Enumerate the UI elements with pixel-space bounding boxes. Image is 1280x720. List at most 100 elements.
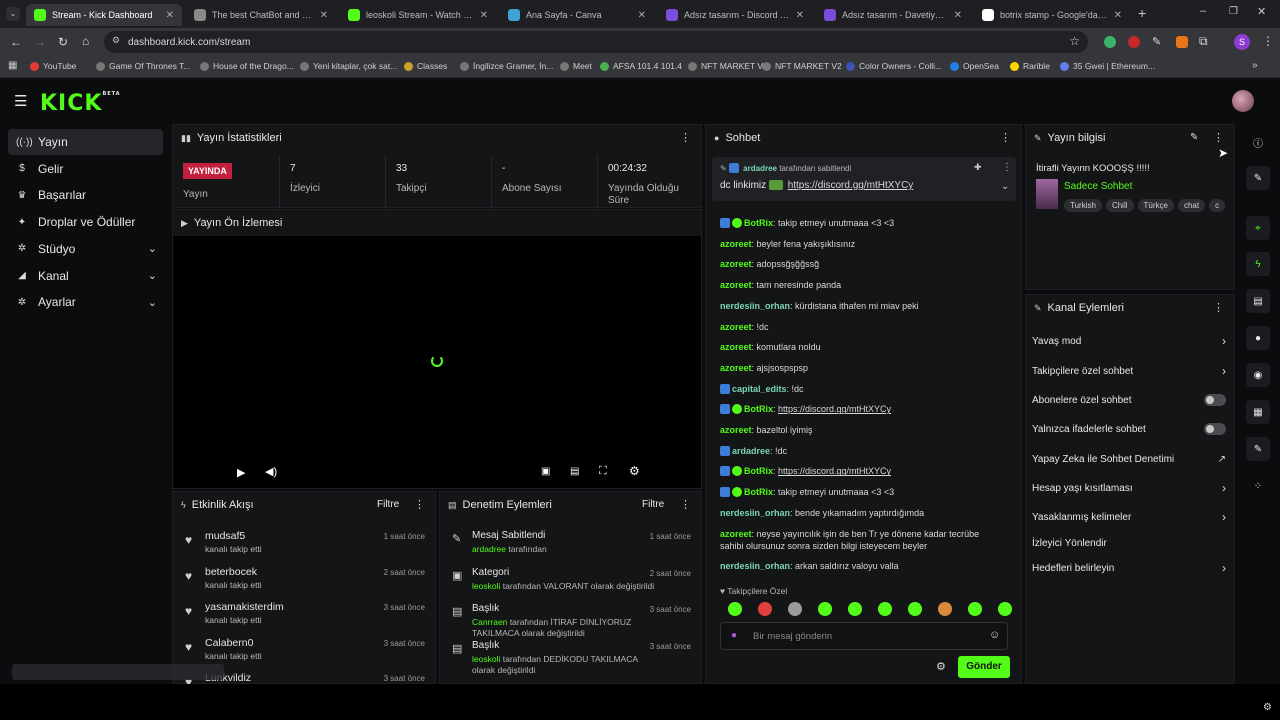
bolt-icon[interactable]: ϟ	[1246, 252, 1270, 276]
emoji-icon[interactable]: ☺	[989, 629, 1000, 641]
extension-icon[interactable]: ✎	[1152, 35, 1161, 48]
target-icon[interactable]: ⌖	[1246, 216, 1270, 240]
chat-username[interactable]: azoreet	[720, 425, 752, 435]
chat-username[interactable]: BotRix	[744, 487, 773, 497]
sidebar-item-settings[interactable]: ✲ Ayarlar ⌄	[8, 289, 163, 315]
browser-tab[interactable]: Adsız tasarım - Davetiye (A6)✕	[816, 4, 970, 26]
kick-logo[interactable]: KICKBETA	[40, 91, 121, 116]
emote-icon[interactable]	[728, 602, 742, 616]
modlog-actor[interactable]: ardadree	[472, 544, 506, 554]
chat-username[interactable]: ardadree	[732, 446, 770, 456]
info-more-icon[interactable]: ⋮	[1213, 131, 1224, 144]
sidebar-item-broadcast[interactable]: ((·)) Yayın	[8, 129, 163, 155]
chat-bubble-icon[interactable]: ●	[1246, 326, 1270, 350]
tag-chip[interactable]: Chill	[1105, 199, 1134, 212]
browser-tab[interactable]: leoskoli Stream - Watch Live on✕	[340, 4, 496, 26]
modlog-actor[interactable]: Canrraen	[472, 617, 507, 627]
chevron-right-icon[interactable]: ›	[1222, 510, 1226, 524]
sidebar-item-dollar[interactable]: $ Gelir	[8, 156, 163, 182]
chevron-down-icon[interactable]: ⌄	[148, 296, 157, 309]
chat-username[interactable]: azoreet	[720, 342, 752, 352]
emote-icon[interactable]	[758, 602, 772, 616]
chat-link[interactable]: https://discord.gg/mtHtXYCy	[778, 466, 891, 476]
tab-close-icon[interactable]: ✕	[474, 10, 488, 21]
bookmark-item[interactable]: Color Owners - Colli...	[846, 61, 942, 71]
mic-icon[interactable]: ●	[731, 630, 737, 641]
bookmark-item[interactable]: İngilizce Gramer, İn...	[460, 61, 553, 71]
emote-icon[interactable]	[788, 602, 802, 616]
pip-icon[interactable]: ▣	[541, 466, 550, 477]
chat-username[interactable]: azoreet	[720, 259, 752, 269]
modlog-item[interactable]: ▣ Kategori leoskoli tarafından VALORANT ol…	[440, 567, 701, 603]
bookmark-item[interactable]: Classes	[404, 61, 447, 71]
profile-avatar[interactable]: S	[1234, 34, 1250, 50]
activity-user[interactable]: yasamakisterdim	[205, 601, 284, 613]
unpin-icon[interactable]: ✚	[974, 162, 982, 173]
new-tab-button[interactable]: +	[1138, 5, 1146, 21]
bookmark-item[interactable]: House of the Drago...	[200, 61, 294, 71]
minimize-button[interactable]: –	[1200, 5, 1206, 17]
tab-close-icon[interactable]: ✕	[948, 10, 962, 21]
chat-more-icon[interactable]: ⋮	[1000, 131, 1011, 144]
browser-tab[interactable]: Ana Sayfa - Canva ✕	[500, 4, 654, 26]
channel-action-item[interactable]: Yalnızca ifadelerle sohbet	[1032, 419, 1226, 439]
sidebar-item-trophy[interactable]: ♛ Başarılar	[8, 182, 163, 208]
chat-username[interactable]: BotRix	[744, 218, 773, 228]
document-icon[interactable]: ▤	[1246, 289, 1270, 313]
expand-chevron-icon[interactable]: ⌄	[1001, 181, 1009, 192]
toggle-switch[interactable]	[1204, 423, 1226, 435]
chat-message[interactable]: azoreet: neyse yayıncılık işin de ben Tr…	[720, 528, 1010, 552]
bookmark-item[interactable]: AFSA 101.4 101.4	[600, 61, 682, 71]
category-name[interactable]: Sadece Sohbet	[1064, 181, 1132, 192]
tag-chip[interactable]: chat	[1177, 199, 1206, 212]
channel-action-item[interactable]: Abonelere özel sohbet	[1032, 390, 1226, 410]
edit-icon[interactable]: ✎	[1190, 132, 1198, 143]
emote-icon[interactable]	[818, 602, 832, 616]
tag-chip[interactable]: c	[1209, 199, 1226, 212]
browser-tab[interactable]: The best ChatBot and Widgets f✕	[186, 4, 336, 26]
dots-icon[interactable]: ⁘	[1246, 474, 1270, 498]
home-icon[interactable]: ⌂	[82, 34, 89, 48]
emote-icon[interactable]	[908, 602, 922, 616]
wrench-icon[interactable]: ✎	[1246, 437, 1270, 461]
extension-icon[interactable]	[1128, 36, 1140, 48]
tab-search-icon[interactable]: ⌄	[6, 7, 20, 21]
chat-message[interactable]: azoreet: komutlara noldu	[720, 341, 1010, 353]
tab-close-icon[interactable]: ✕	[790, 10, 804, 21]
forward-icon[interactable]: →	[34, 35, 46, 49]
pinned-link[interactable]: https://discord.gg/mtHtXYCy	[788, 180, 914, 191]
bookmark-item[interactable]: Game Of Thrones T...	[96, 61, 190, 71]
activity-user[interactable]: mudsaf5	[205, 530, 245, 542]
activity-item[interactable]: ♥ yasamakisterdim kanalı takip etti 3 saat …	[173, 597, 435, 632]
sidebar-item-megaphone[interactable]: ◢ Kanal ⌄	[8, 263, 163, 289]
chat-username[interactable]: capital_edits	[732, 384, 787, 394]
activity-user[interactable]: Calabern0	[205, 637, 253, 649]
chat-message[interactable]: nerdesiin_orhan: kürdistana ithafen mi m…	[720, 300, 1010, 312]
emote-icon[interactable]	[878, 602, 892, 616]
site-info-icon[interactable]: ⚙	[112, 35, 120, 46]
modlog-item[interactable]: ▤ Başlık Canrraen tarafından İTİRAF DİNLİY…	[440, 603, 701, 639]
modlog-item[interactable]: ✎ Mesaj Sabitlendi ardadree tarafından 1 sa…	[440, 530, 701, 566]
chat-link[interactable]: https://discord.gg/mtHtXYCy	[778, 404, 891, 414]
activity-filter-button[interactable]: Filtre	[377, 499, 399, 510]
bookmark-item[interactable]: 35 Gwei | Ethereum...	[1060, 61, 1155, 71]
toggle-switch[interactable]	[1204, 394, 1226, 406]
apps-grid-icon[interactable]: ▦	[8, 60, 17, 71]
chat-username[interactable]: nerdesiin_orhan	[720, 508, 790, 518]
bookmark-item[interactable]: Yeni kitaplar, çok sat...	[300, 61, 397, 71]
bookmark-item[interactable]: Meet	[560, 61, 592, 71]
settings-gear-icon[interactable]: ⚙	[629, 464, 640, 478]
chat-message[interactable]: ardadree: !dc	[720, 445, 1010, 457]
stats-more-icon[interactable]: ⋮	[680, 131, 691, 144]
reload-icon[interactable]: ↻	[58, 35, 68, 49]
chat-message[interactable]: BotRix: takip etmeyi unutmaaa <3 <3	[720, 217, 1010, 229]
bookmark-item[interactable]: NFT MARKET V2	[762, 61, 842, 71]
layout-icon[interactable]: ▦	[1246, 400, 1270, 424]
browser-tab[interactable]: botrix stamp - Google'da Ara ✕	[974, 4, 1130, 26]
edit-icon[interactable]: ✎	[1246, 166, 1270, 190]
emote-icon[interactable]	[848, 602, 862, 616]
modlog-item[interactable]: ▤ Başlık leoskoli tarafından DEDİKODU TAKI…	[440, 640, 701, 676]
external-link-icon[interactable]: ↗	[1218, 454, 1226, 465]
chevron-down-icon[interactable]: ⌄	[148, 242, 157, 255]
chat-message[interactable]: azoreet: !dc	[720, 321, 1010, 333]
